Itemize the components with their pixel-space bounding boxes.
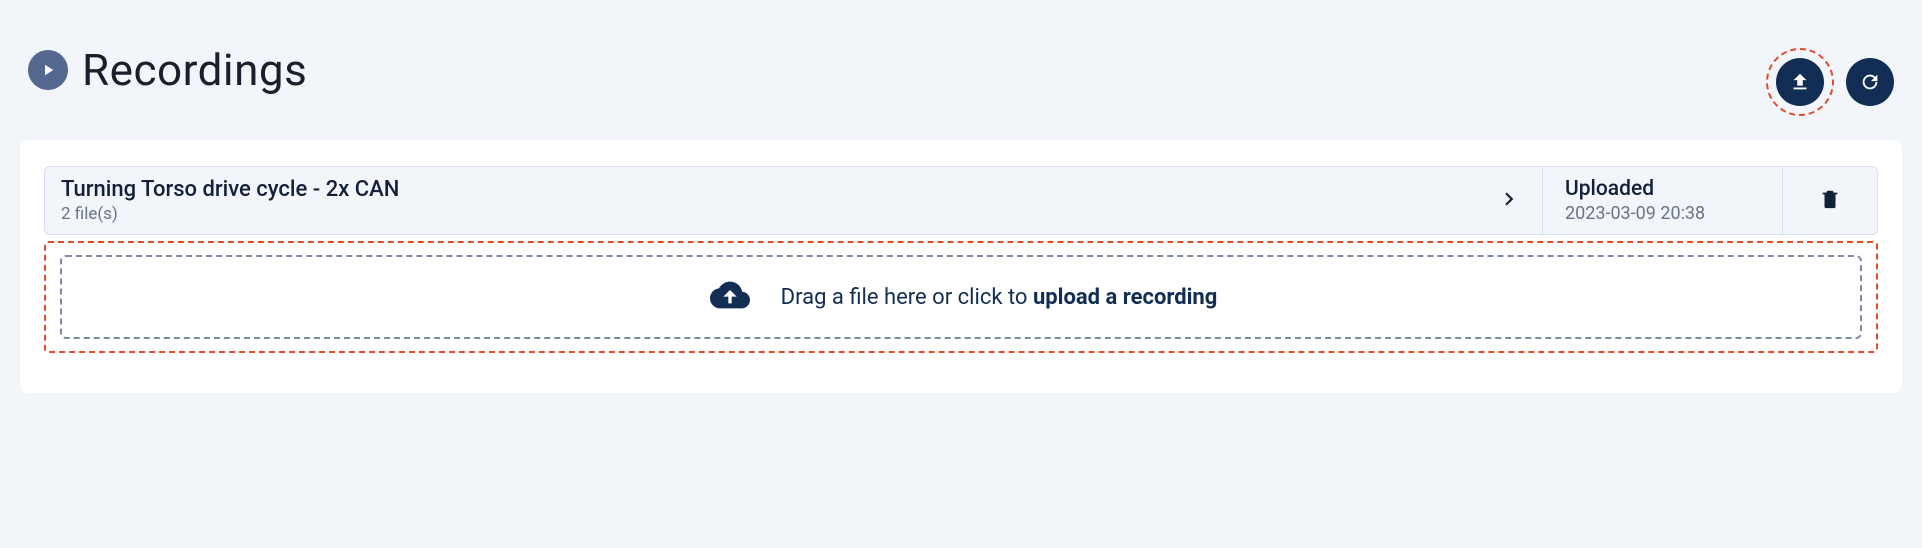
cloud-upload-icon bbox=[705, 275, 755, 319]
upload-dropzone[interactable]: Drag a file here or click to upload a re… bbox=[60, 255, 1862, 339]
recording-name: Turning Torso drive cycle - 2x CAN bbox=[61, 177, 399, 202]
title-wrap: Recordings bbox=[28, 44, 307, 96]
refresh-icon bbox=[1859, 71, 1881, 93]
refresh-button[interactable] bbox=[1846, 58, 1894, 106]
recording-info: Turning Torso drive cycle - 2x CAN 2 fil… bbox=[61, 177, 399, 224]
page-header: Recordings bbox=[0, 0, 1922, 132]
upload-emphasis-ring bbox=[1766, 48, 1834, 116]
uploaded-label: Uploaded bbox=[1565, 177, 1760, 201]
recording-expand[interactable]: Turning Torso drive cycle - 2x CAN 2 fil… bbox=[45, 167, 1542, 234]
header-actions bbox=[1766, 48, 1894, 116]
dropzone-prefix: Drag a file here or click to bbox=[781, 285, 1033, 310]
delete-recording-button[interactable] bbox=[1782, 167, 1877, 234]
uploaded-timestamp: 2023-03-09 20:38 bbox=[1565, 203, 1760, 224]
play-circle-icon bbox=[28, 50, 68, 90]
dropzone-strong: upload a recording bbox=[1033, 285, 1217, 310]
dropzone-emphasis-ring: Drag a file here or click to upload a re… bbox=[44, 241, 1878, 353]
trash-icon bbox=[1819, 186, 1841, 216]
recording-row: Turning Torso drive cycle - 2x CAN 2 fil… bbox=[44, 166, 1878, 235]
uploaded-cell: Uploaded 2023-03-09 20:38 bbox=[1542, 167, 1782, 234]
upload-button[interactable] bbox=[1776, 58, 1824, 106]
dropzone-text: Drag a file here or click to upload a re… bbox=[781, 285, 1218, 310]
page-title: Recordings bbox=[82, 44, 307, 96]
upload-icon bbox=[1789, 71, 1811, 93]
content-panel: Turning Torso drive cycle - 2x CAN 2 fil… bbox=[20, 140, 1902, 393]
file-count: 2 file(s) bbox=[61, 204, 399, 224]
chevron-right-icon bbox=[1496, 186, 1522, 216]
